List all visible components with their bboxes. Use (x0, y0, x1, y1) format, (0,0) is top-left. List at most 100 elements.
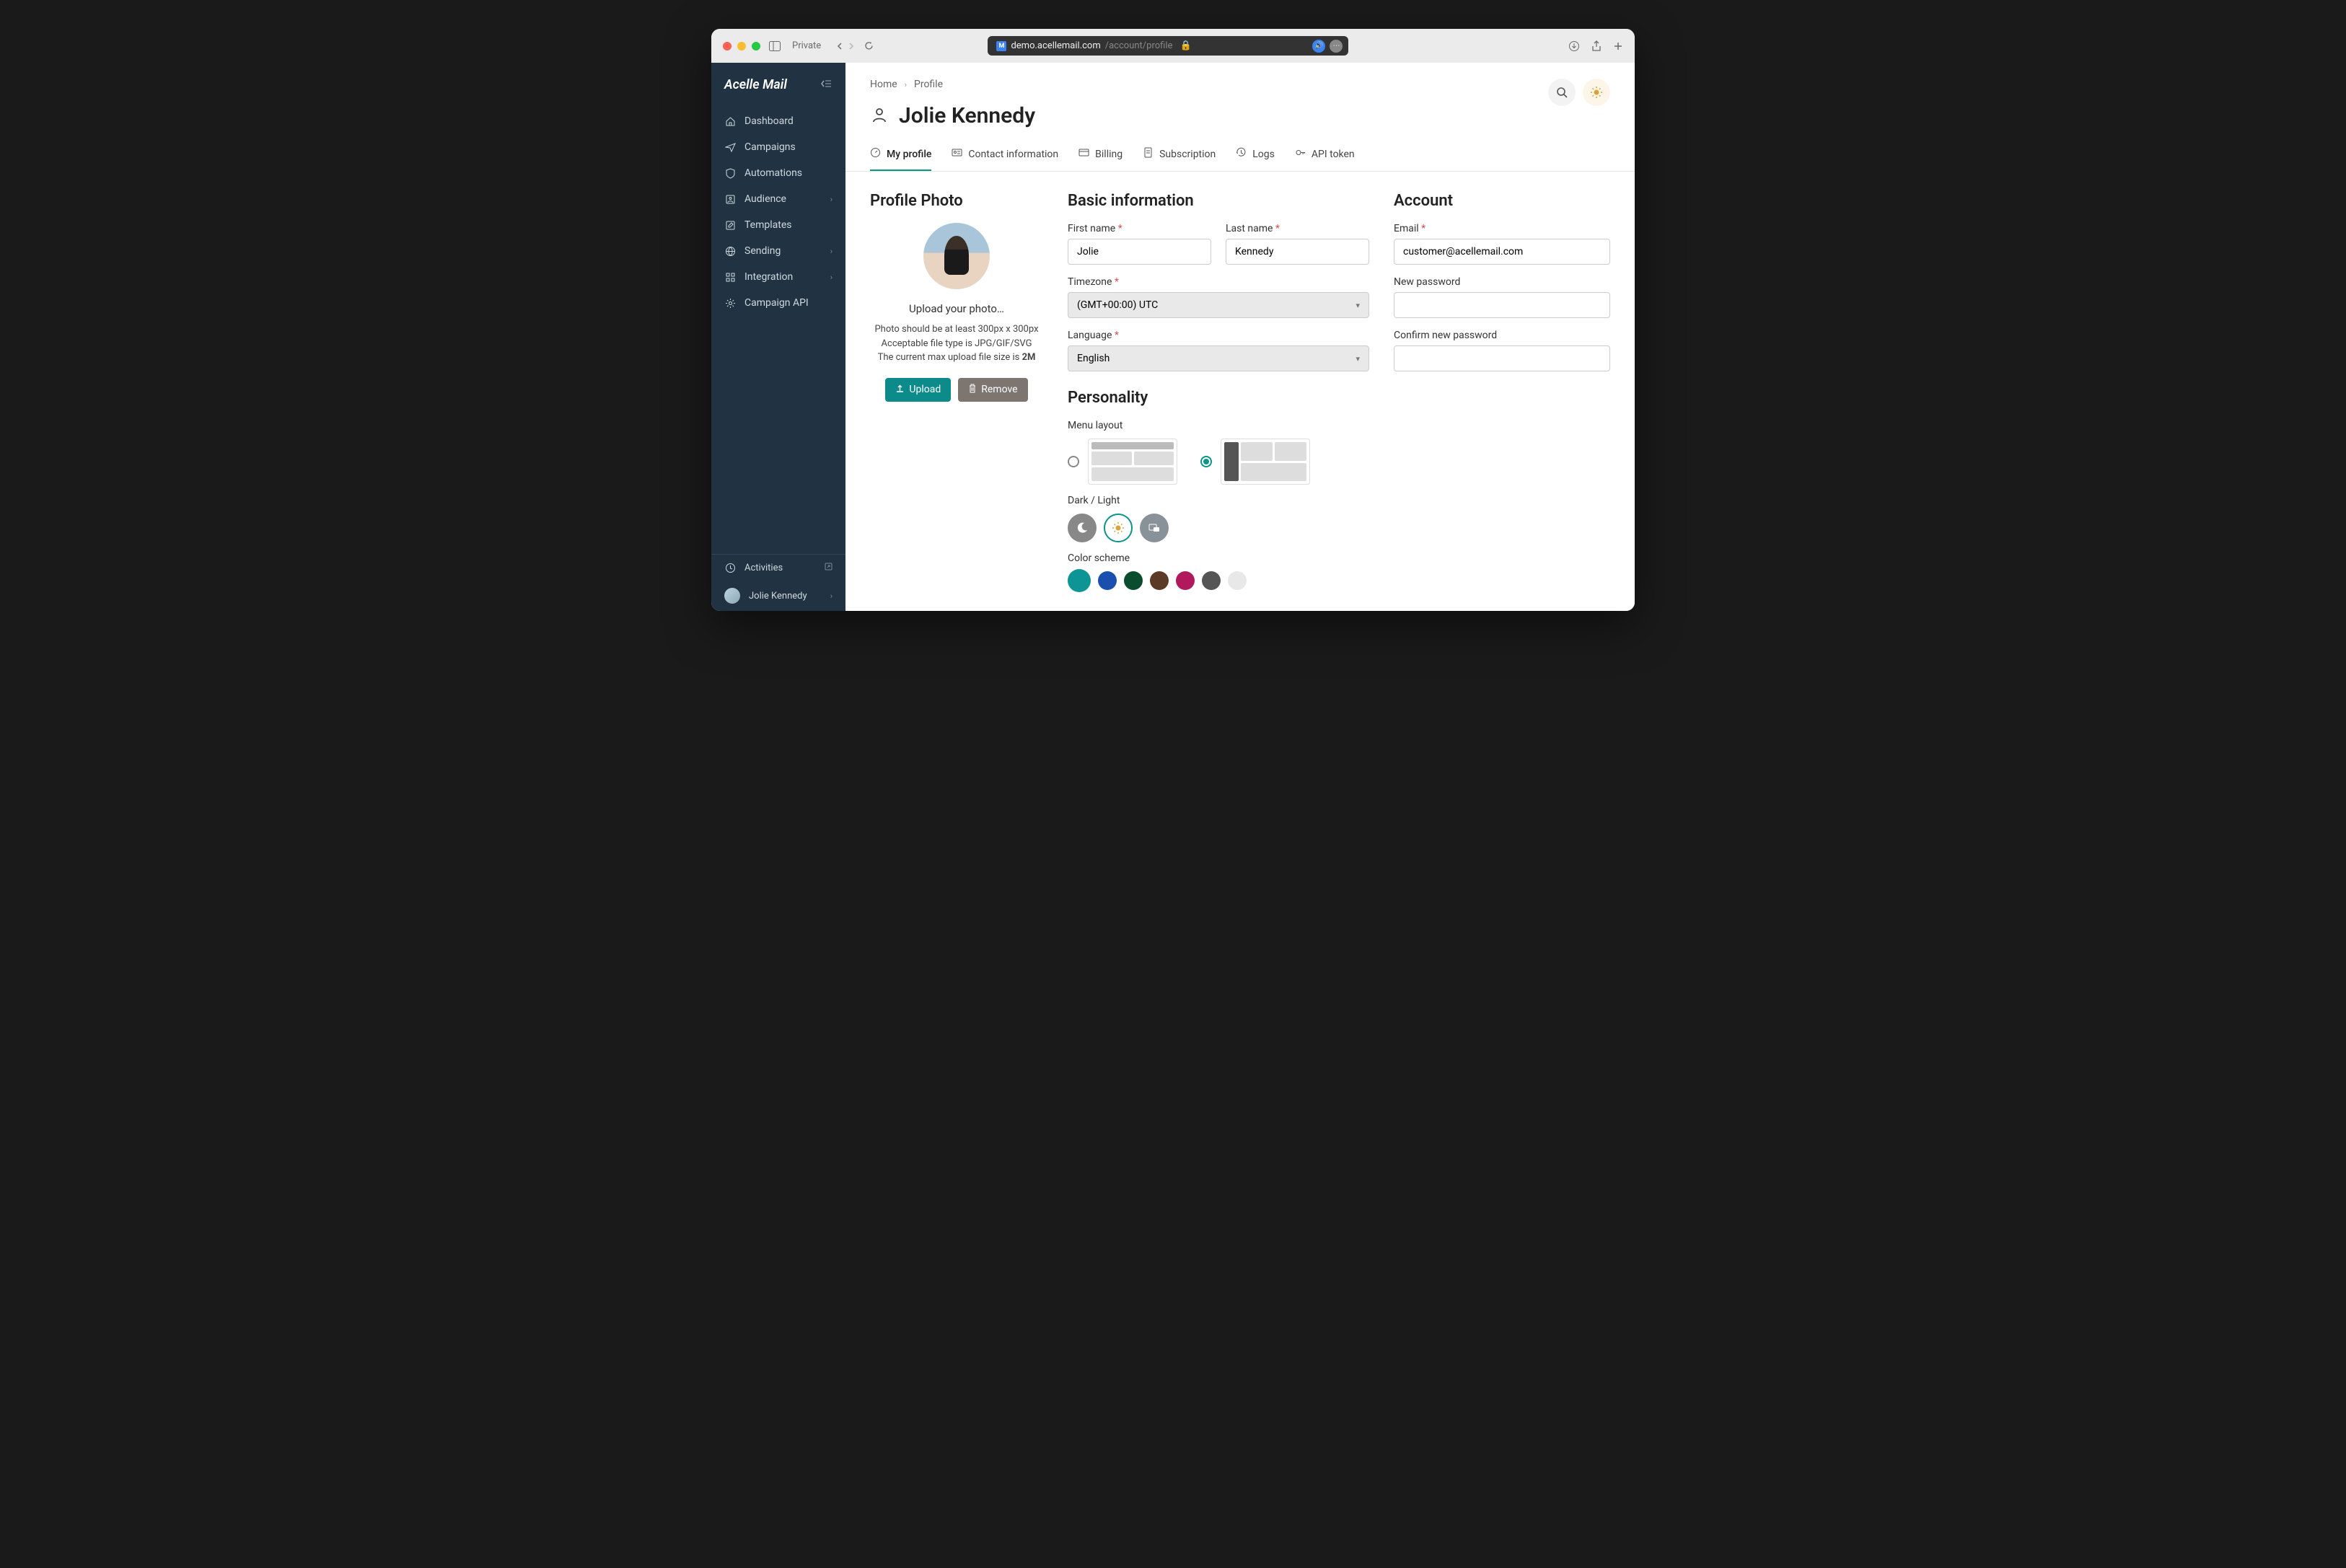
color-blue[interactable] (1098, 571, 1117, 590)
sidebar-collapse-icon[interactable] (820, 78, 832, 92)
download-icon[interactable] (1568, 40, 1580, 52)
more-icon[interactable]: ⋯ (1330, 40, 1343, 53)
first-name-label: First name * (1068, 223, 1211, 234)
sidebar-item-label: Automations (744, 167, 802, 179)
sidebar-item-campaigns[interactable]: Campaigns (711, 134, 845, 160)
last-name-input[interactable] (1226, 239, 1369, 265)
color-teal[interactable] (1068, 569, 1091, 592)
sidebar-item-campaign-api[interactable]: Campaign API (711, 290, 845, 316)
tab-contact-information[interactable]: Contact information (952, 147, 1058, 171)
sidebar-item-activities[interactable]: Activities (711, 555, 845, 581)
chevron-right-icon: › (830, 195, 832, 204)
url-bar[interactable]: M demo.acellemail.com/account/profile 🔒 … (988, 36, 1348, 56)
color-green[interactable] (1124, 571, 1143, 590)
maximize-window-button[interactable] (752, 42, 760, 50)
minimize-window-button[interactable] (737, 42, 746, 50)
sidebar-item-user[interactable]: Jolie Kennedy › (711, 581, 845, 611)
color-gray[interactable] (1202, 571, 1221, 590)
tab-my-profile[interactable]: My profile (870, 147, 931, 171)
back-button[interactable] (835, 41, 844, 50)
timezone-label: Timezone * (1068, 276, 1369, 288)
breadcrumb-home[interactable]: Home (870, 79, 897, 90)
upload-button[interactable]: Upload (885, 378, 951, 402)
email-input[interactable] (1394, 239, 1610, 265)
globe-icon (724, 245, 736, 257)
users-icon (724, 193, 736, 205)
logo[interactable]: Acelle Mail (724, 77, 787, 92)
forward-button (847, 41, 856, 50)
tab-api-token[interactable]: API token (1295, 147, 1355, 171)
new-password-label: New password (1394, 276, 1610, 288)
theme-light-button[interactable] (1104, 514, 1133, 542)
remove-button[interactable]: Remove (958, 378, 1027, 402)
sidebar-item-audience[interactable]: Audience › (711, 186, 845, 212)
new-tab-icon[interactable] (1613, 40, 1623, 52)
sidebar-item-integration[interactable]: Integration › (711, 264, 845, 290)
breadcrumb: Home › Profile (870, 79, 1035, 90)
theme-auto-button[interactable] (1140, 514, 1169, 542)
color-pink[interactable] (1176, 571, 1195, 590)
first-name-input[interactable] (1068, 239, 1211, 265)
timezone-select[interactable]: (GMT+00:00) UTC (1068, 292, 1369, 318)
tab-label: My profile (887, 149, 931, 160)
edit-icon (724, 219, 736, 231)
upload-title: Upload your photo… (870, 302, 1043, 315)
url-path: /account/profile (1105, 40, 1173, 51)
tab-billing[interactable]: Billing (1078, 147, 1123, 171)
button-label: Remove (981, 384, 1017, 395)
language-label: Language * (1068, 330, 1369, 341)
grid-icon (724, 271, 736, 283)
photo-hint: Photo should be at least 300px x 300px A… (870, 322, 1043, 365)
color-brown[interactable] (1150, 571, 1169, 590)
browser-chrome: Private M demo.acellemail.com/account/pr… (711, 29, 1635, 63)
section-title-basic: Basic information (1068, 192, 1369, 210)
home-icon (724, 115, 736, 127)
color-light[interactable] (1228, 571, 1247, 590)
user-icon (870, 105, 889, 127)
avatar (724, 588, 740, 604)
theme-toggle-button[interactable] (1583, 79, 1610, 106)
sidebar-item-label: Jolie Kennedy (749, 591, 807, 602)
email-label: Email * (1394, 223, 1610, 234)
page-title: Jolie Kennedy (899, 103, 1035, 128)
sidebar-toggle-icon[interactable] (769, 41, 781, 51)
reload-button[interactable] (864, 41, 874, 50)
layout-radio-side[interactable] (1200, 456, 1212, 467)
upload-icon (895, 384, 905, 396)
search-button[interactable] (1548, 79, 1576, 106)
language-select[interactable]: English (1068, 345, 1369, 371)
confirm-password-label: Confirm new password (1394, 330, 1610, 341)
section-title-personality: Personality (1068, 389, 1369, 407)
sidebar-item-automations[interactable]: Automations (711, 160, 845, 186)
theme-dark-button[interactable] (1068, 514, 1097, 542)
avatar (923, 223, 990, 289)
new-password-input[interactable] (1394, 292, 1610, 318)
confirm-password-input[interactable] (1394, 345, 1610, 371)
chevron-right-icon: › (830, 591, 832, 601)
close-window-button[interactable] (723, 42, 732, 50)
tab-subscription[interactable]: Subscription (1143, 147, 1216, 171)
audio-icon[interactable]: 🔊 (1312, 40, 1325, 53)
sidebar-item-sending[interactable]: Sending › (711, 238, 845, 264)
sidebar-item-label: Activities (744, 563, 783, 573)
external-icon (825, 563, 832, 573)
chevron-right-icon: › (830, 273, 832, 282)
sidebar-item-label: Audience (744, 193, 786, 205)
clock-icon (724, 562, 736, 573)
main-content: Home › Profile Jolie Kennedy (845, 63, 1635, 611)
site-favicon-icon: M (996, 41, 1006, 51)
history-icon (1236, 147, 1247, 161)
layout-radio-top[interactable] (1068, 456, 1079, 467)
credit-card-icon (1078, 147, 1089, 161)
trash-icon (968, 384, 977, 396)
last-name-label: Last name * (1226, 223, 1369, 234)
url-host: demo.acellemail.com (1011, 40, 1100, 51)
sidebar-item-label: Campaigns (744, 141, 796, 153)
shield-icon (724, 167, 736, 179)
tab-label: Subscription (1159, 149, 1216, 160)
sidebar-item-dashboard[interactable]: Dashboard (711, 108, 845, 134)
tab-logs[interactable]: Logs (1236, 147, 1275, 171)
button-label: Upload (909, 384, 941, 395)
sidebar-item-templates[interactable]: Templates (711, 212, 845, 238)
share-icon[interactable] (1591, 40, 1602, 52)
